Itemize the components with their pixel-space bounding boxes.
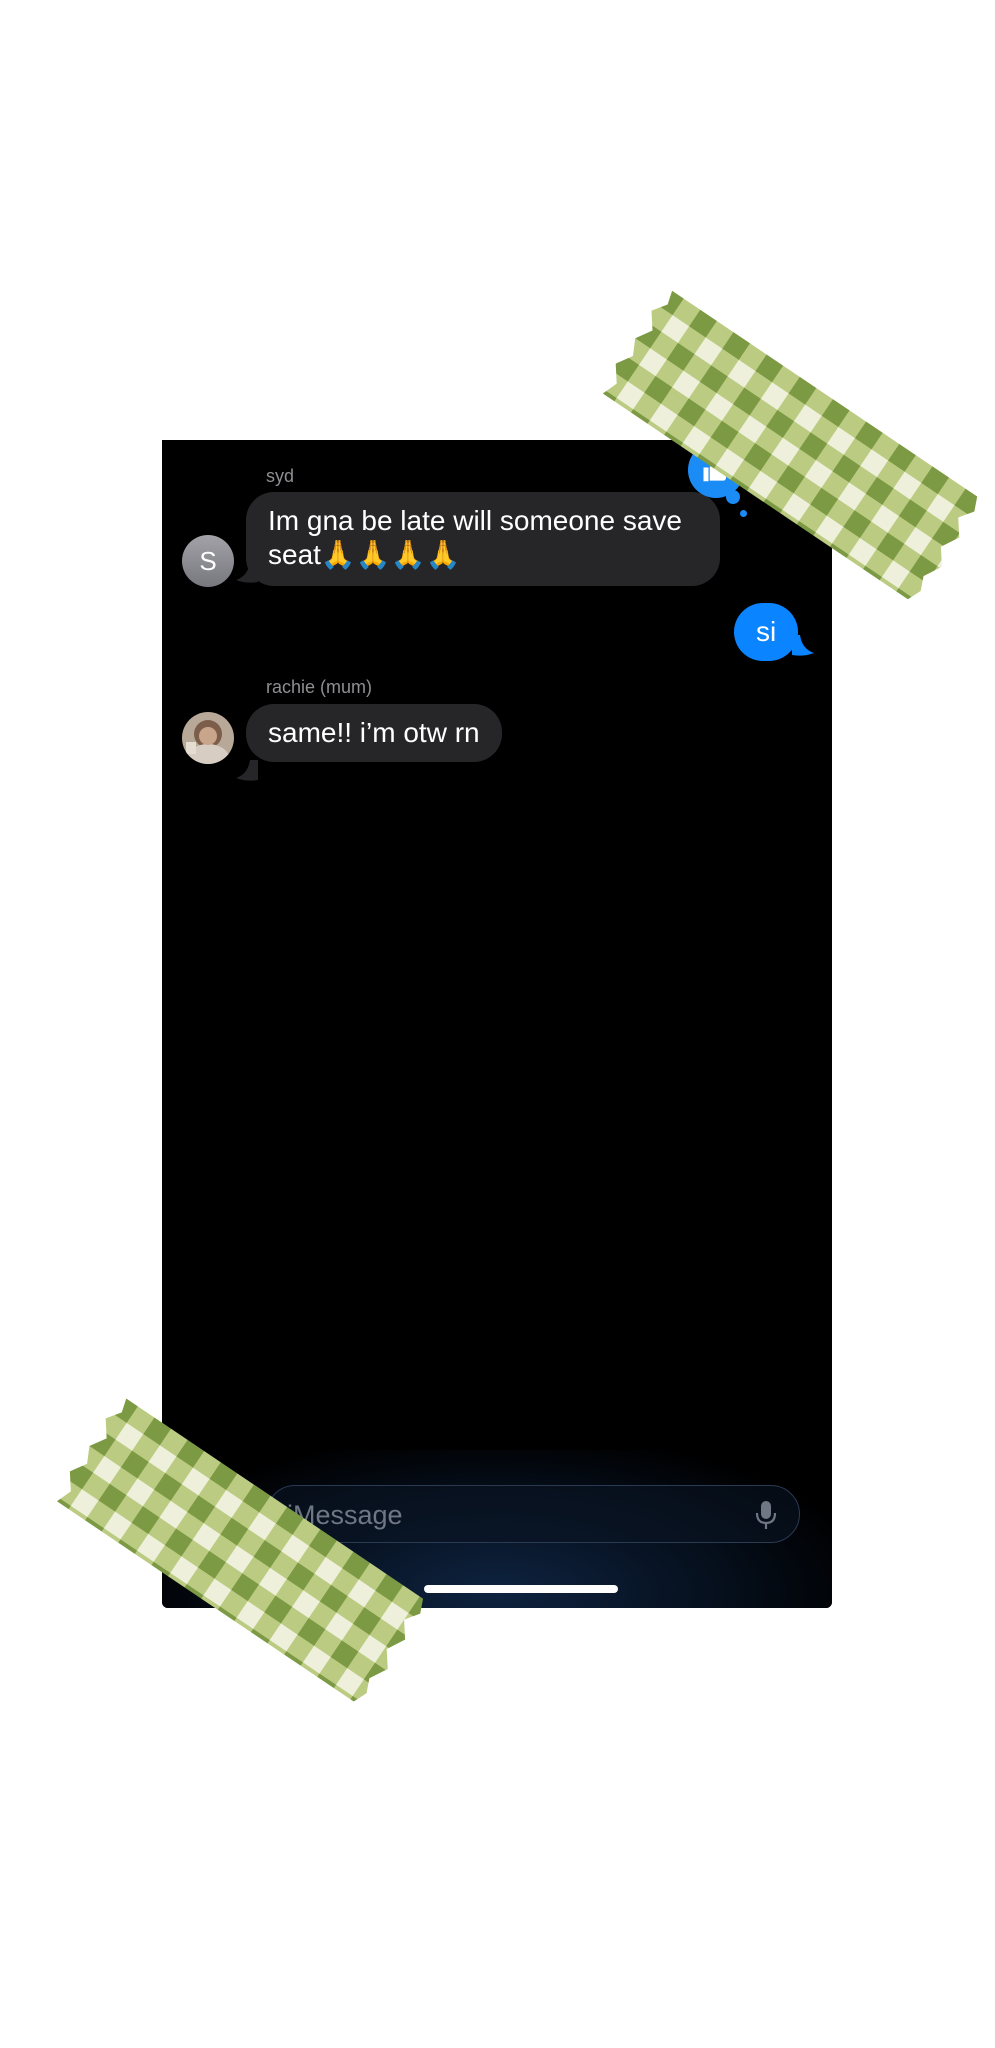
washi-tape-top-right bbox=[602, 290, 978, 600]
message-bubble-rachie[interactable]: same!! i’m otw rn bbox=[246, 704, 502, 762]
avatar-syd[interactable]: S bbox=[182, 535, 234, 587]
avatar-rachie[interactable] bbox=[182, 712, 234, 764]
message-text: same!! i’m otw rn bbox=[268, 717, 480, 748]
bubble-tail-outgoing bbox=[792, 635, 814, 656]
home-indicator bbox=[424, 1585, 618, 1593]
sender-name-rachie: rachie (mum) bbox=[266, 677, 373, 697]
washi-tape-bottom-left bbox=[56, 1398, 424, 1702]
avatar-photo bbox=[182, 712, 234, 764]
sender-name-syd: syd bbox=[266, 466, 295, 486]
message-text: si bbox=[756, 616, 777, 647]
microphone-icon[interactable] bbox=[755, 1499, 777, 1531]
bubble-tail bbox=[236, 760, 258, 781]
message-bubble-outgoing[interactable]: si bbox=[734, 603, 799, 661]
